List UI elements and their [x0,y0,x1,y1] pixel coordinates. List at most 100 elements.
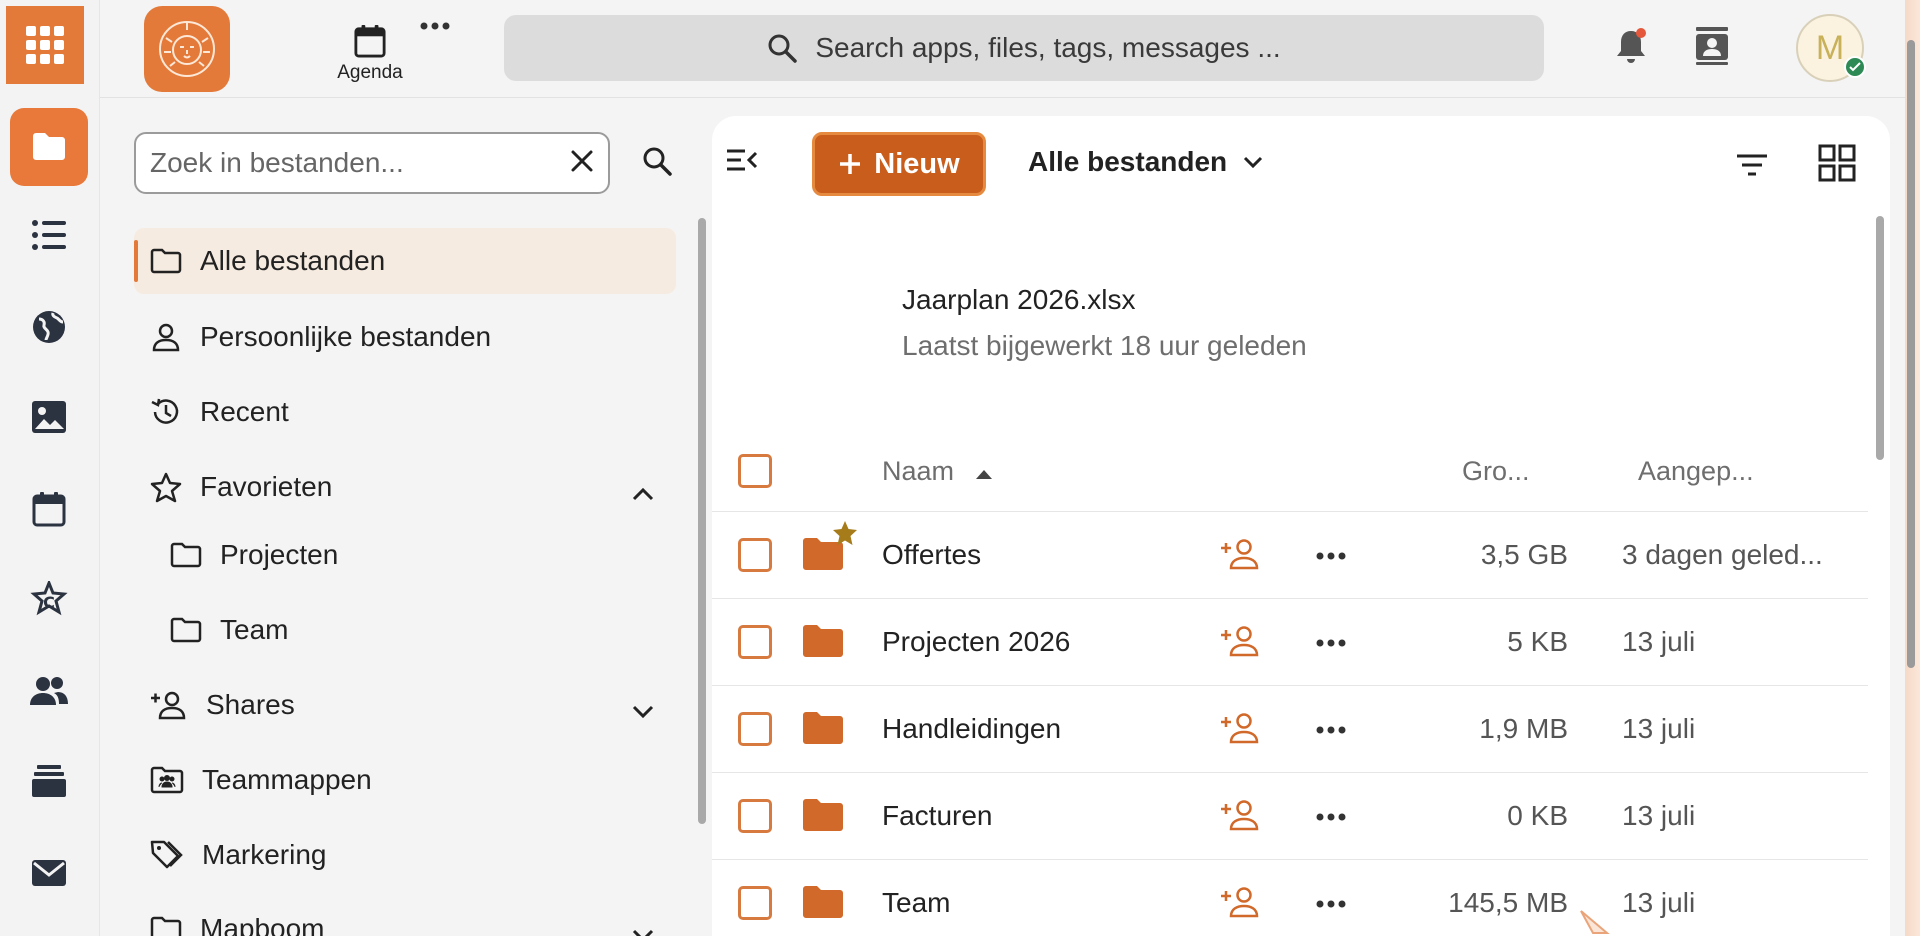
files-navigation: Alle bestanden Persoonlijke bestanden Re… [100,98,710,936]
row-actions-button[interactable] [1316,548,1346,566]
files-filter-input[interactable] [150,147,570,179]
menu-collapse-icon [727,149,758,171]
row-actions-button[interactable] [1316,635,1346,653]
header-app-label: Agenda [337,62,403,83]
file-size: 3,5 GB [1480,539,1568,570]
history-icon [151,398,179,424]
sort-by-modified[interactable]: Aangep... [1638,456,1754,487]
folder-icon [33,133,65,160]
clear-filter-button[interactable] [570,149,594,178]
share-user-icon [1221,539,1259,570]
rail-mail[interactable] [10,834,88,912]
nav-item-personal-files[interactable]: Persoonlijke bestanden [134,304,676,370]
row-actions-button[interactable] [1316,896,1346,914]
file-size: 145,5 MB [1448,887,1568,918]
file-row[interactable]: Projecten 2026 5 KB 13 juli [712,599,1868,686]
users-icon [30,677,68,705]
share-button[interactable] [1220,886,1260,923]
nav-item-favorites[interactable]: Favorieten [134,454,676,520]
nav-item-label: Projecten [220,539,339,570]
chevron-down-icon [632,929,654,936]
nav-item-folder-tree[interactable]: Mapboom [134,896,676,936]
logo[interactable] [144,6,230,92]
search-icon [643,147,672,176]
unified-search[interactable]: Search apps, files, tags, messages ... [504,15,1544,81]
folder-icon [150,916,182,936]
rail-activity[interactable] [10,196,88,274]
folder-icon [803,799,843,831]
page-scrollbar[interactable] [1907,40,1915,668]
team-folder-icon [150,766,184,794]
file-row[interactable]: Team 145,5 MB 13 juli [712,860,1868,936]
file-modified: 3 dagen geled... [1622,539,1823,570]
expand-shares-button[interactable] [632,694,654,726]
folder-icon [803,625,843,657]
rail-files[interactable] [10,108,88,186]
recent-file-subtitle: Laatst bijgewerkt 18 uur geleden [902,330,1307,361]
contacts-menu-button[interactable] [1694,26,1730,71]
user-avatar[interactable]: M [1796,14,1866,82]
sort-by-size[interactable]: Gro... [1462,456,1530,487]
share-button[interactable] [1220,625,1260,662]
row-checkbox[interactable] [738,886,772,920]
row-checkbox[interactable] [738,625,772,659]
file-row[interactable]: Facturen 0 KB 13 juli [712,773,1868,860]
files-search-button[interactable] [642,146,672,181]
rail-photos[interactable] [10,378,88,456]
select-all-checkbox[interactable] [738,454,772,488]
row-checkbox[interactable] [738,712,772,746]
nav-item-recent[interactable]: Recent [134,379,676,445]
share-button[interactable] [1220,799,1260,836]
user-icon [152,323,180,352]
nav-item-team-folders[interactable]: Teammappen [134,747,676,813]
breadcrumb-current: Alle bestanden [1028,146,1228,177]
file-row[interactable]: Handleidingen 1,9 MB 13 juli [712,686,1868,773]
nav-item-favorite-projecten[interactable]: Projecten [154,522,674,588]
file-row[interactable]: Offertes 3,5 GB 3 dagen geled... [712,512,1868,599]
nav-item-all-files[interactable]: Alle bestanden [134,228,676,294]
toggle-navigation-button[interactable] [726,148,758,177]
more-horizontal-icon [1316,900,1346,908]
recent-file-card[interactable]: Jaarplan 2026.xlsx Laatst bijgewerkt 18 … [902,284,1307,362]
rail-calendar[interactable] [10,470,88,548]
contacts-book-icon [1696,27,1728,65]
sort-by-name[interactable]: Naam [882,456,994,487]
app-menu-button[interactable] [6,6,84,84]
filter-button[interactable] [1736,154,1768,181]
chevron-down-icon [1244,156,1263,168]
nav-item-shares[interactable]: Shares [134,672,676,738]
row-actions-button[interactable] [1316,809,1346,827]
rail-network[interactable] [10,288,88,366]
rail-deck[interactable] [10,742,88,820]
expand-folder-tree-button[interactable] [632,918,654,936]
breadcrumb[interactable]: Alle bestanden [1028,146,1263,178]
more-apps-button[interactable] [420,18,450,36]
nav-item-tags[interactable]: Markering [134,822,676,888]
row-actions-button[interactable] [1316,722,1346,740]
rail-contacts[interactable] [10,652,88,730]
share-button[interactable] [1220,712,1260,749]
collapse-favorites-button[interactable] [632,476,654,508]
nav-item-label: Shares [206,689,295,720]
nav-item-favorite-team[interactable]: Team [154,597,674,663]
row-checkbox[interactable] [738,538,772,572]
share-button[interactable] [1220,538,1260,575]
plus-icon [840,154,861,174]
file-size: 5 KB [1507,626,1568,657]
more-horizontal-icon [1316,813,1346,821]
nav-item-label: Mapboom [200,913,325,936]
row-checkbox[interactable] [738,799,772,833]
rail-circles[interactable]: C [10,562,88,640]
grid-view-button[interactable] [1818,144,1856,187]
avatar-initial: M [1815,28,1845,67]
notifications-button[interactable] [1614,26,1648,71]
header-app-agenda[interactable]: Agenda [300,24,440,94]
new-button[interactable]: Nieuw [812,132,986,196]
image-icon [32,401,66,433]
files-filter-box [134,132,610,194]
nav-item-label: Team [220,614,289,645]
app-window: C Agenda Search apps, files, tags, messa… [0,0,1905,936]
nav-scrollbar[interactable] [698,218,706,824]
file-name: Projecten 2026 [882,626,1071,657]
content-scrollbar[interactable] [1876,216,1884,460]
